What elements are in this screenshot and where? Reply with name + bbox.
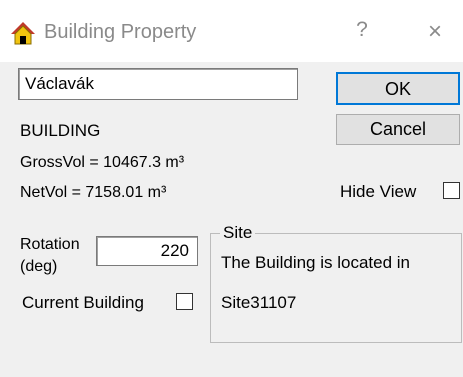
building-property-dialog: Building Property ? × OK Cancel BUILDING…	[0, 0, 463, 377]
current-building-label: Current Building	[22, 293, 144, 312]
site-group	[210, 233, 462, 343]
title-bar: Building Property ? ×	[0, 0, 463, 62]
cancel-button[interactable]: Cancel	[336, 114, 460, 145]
net-volume-label: NetVol = 7158.01 m³	[20, 184, 167, 201]
close-button[interactable]: ×	[420, 18, 450, 46]
building-name-input[interactable]	[18, 68, 298, 100]
current-building-checkbox[interactable]	[176, 293, 193, 310]
rotation-label: Rotation	[20, 236, 80, 253]
help-button[interactable]: ?	[350, 18, 374, 46]
hide-view-label: Hide View	[340, 182, 417, 201]
ok-button[interactable]: OK	[336, 72, 460, 105]
site-location-text: The Building is located in	[221, 253, 411, 272]
window-title: Building Property	[44, 21, 197, 43]
hide-view-checkbox[interactable]	[443, 182, 460, 199]
rotation-unit-label: (deg)	[20, 258, 58, 275]
gross-volume-label: GrossVol = 10467.3 m³	[20, 154, 185, 171]
house-icon	[11, 22, 35, 45]
rotation-input[interactable]	[96, 236, 198, 266]
site-group-title: Site	[220, 223, 256, 243]
object-type-label: BUILDING	[20, 121, 101, 140]
site-name: Site31107	[221, 293, 297, 312]
